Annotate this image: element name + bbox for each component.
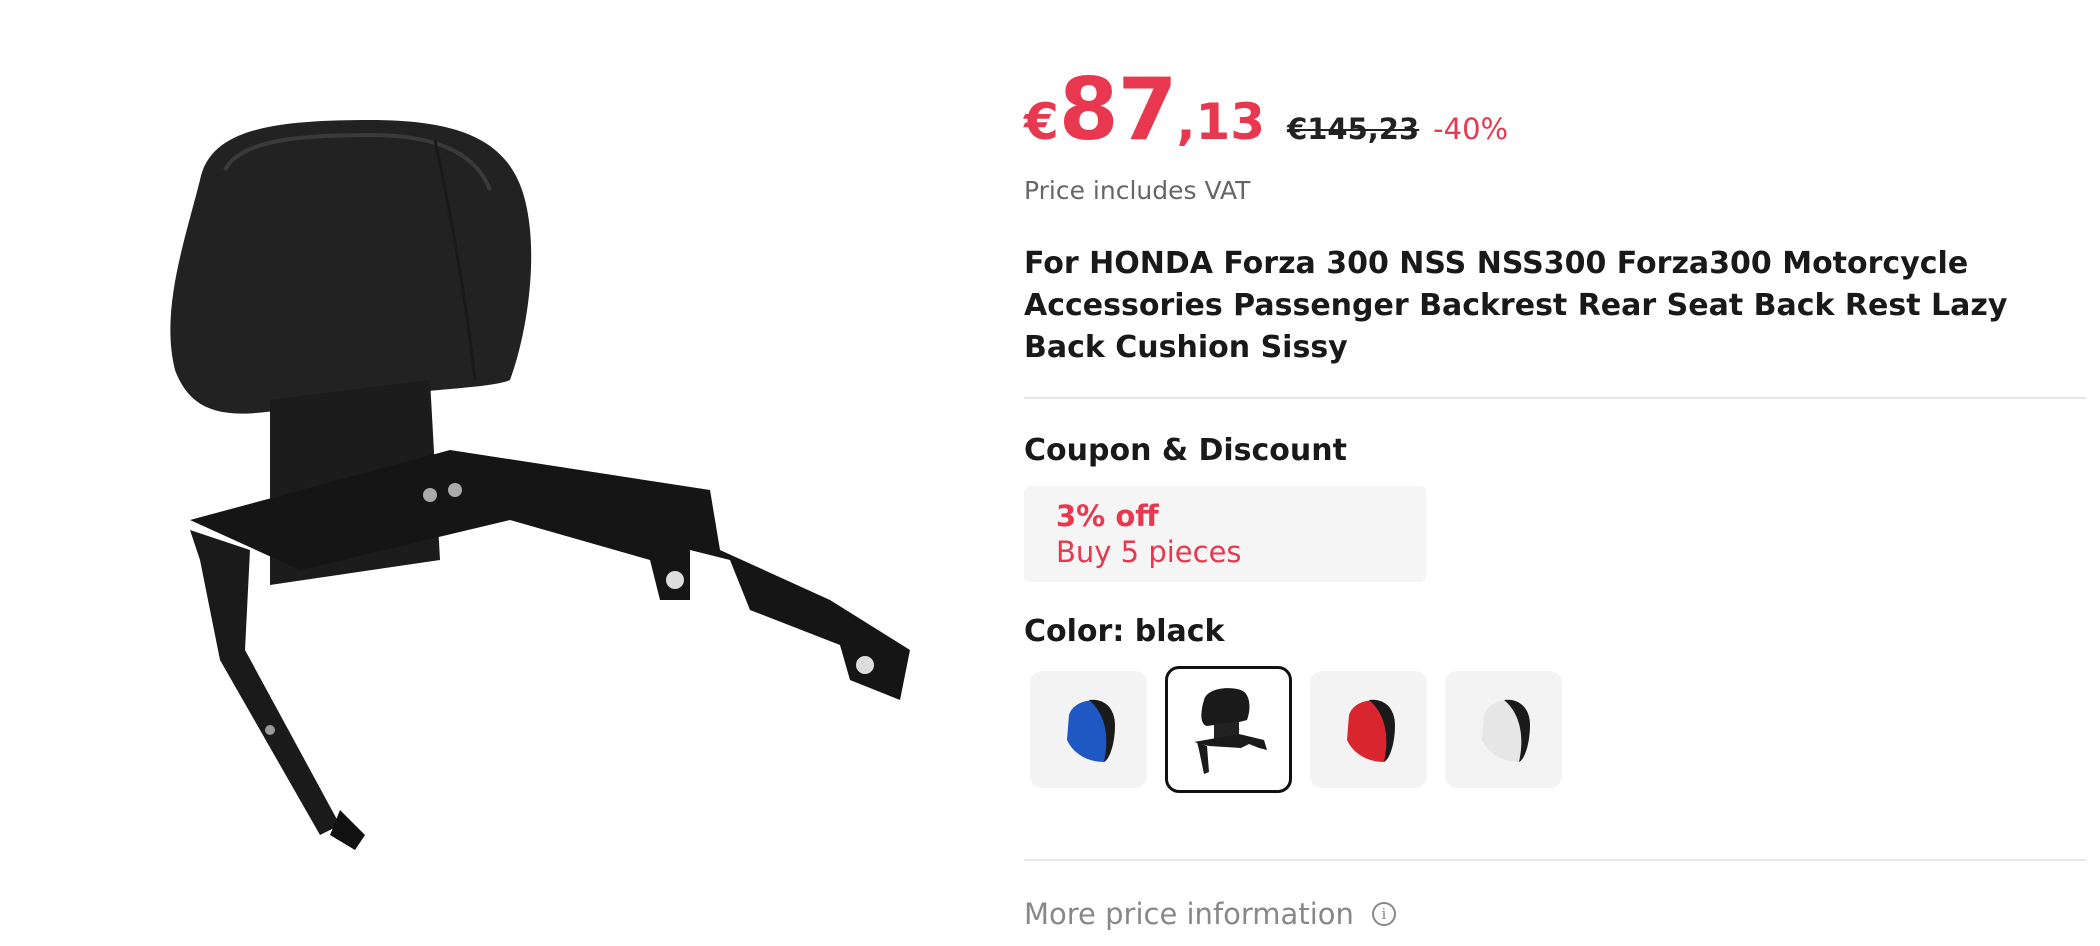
swatch-thumbnail-icon [1193,687,1267,774]
price-decimal: ,13 [1176,93,1266,151]
color-swatches [1030,666,2084,793]
swatch-thumbnail-icon [1346,699,1395,762]
coupon-card[interactable]: 3% off Buy 5 pieces [1024,486,1426,582]
divider [1024,859,2086,861]
more-price-info-label: More price information [1024,897,1354,931]
color-swatch-red[interactable] [1310,671,1427,788]
price-integer: 87 [1058,60,1178,160]
color-swatch-black[interactable] [1165,666,1292,793]
price-currency: € [1024,93,1059,151]
color-swatch-white[interactable] [1445,671,1562,788]
swatch-thumbnail-icon [1481,699,1530,762]
coupon-condition: Buy 5 pieces [1056,535,1242,569]
product-info: € 87 ,13 €145,23 -40% Price includes VAT… [1024,60,2086,931]
product-page: € 87 ,13 €145,23 -40% Price includes VAT… [0,0,2100,946]
product-title: For HONDA Forza 300 NSS NSS300 Forza300 … [1024,246,2008,365]
original-price: €145,23 [1287,112,1420,146]
coupon-title: 3% off [1056,499,1159,533]
divider [1024,397,2086,399]
product-main-image[interactable] [130,90,950,870]
color-swatch-blue[interactable] [1030,671,1147,788]
discount-badge: -40% [1433,112,1509,146]
swatch-thumbnail-icon [1066,699,1115,762]
coupon-section-label: Coupon & Discount [1024,433,1347,468]
color-label: Color: black [1024,614,1225,649]
more-price-info-link[interactable]: More price information i [1024,897,2084,931]
price-row: € 87 ,13 €145,23 -40% [1024,60,2084,160]
vat-note: Price includes VAT [1024,176,1251,205]
info-circle-icon[interactable]: i [1371,902,1396,926]
